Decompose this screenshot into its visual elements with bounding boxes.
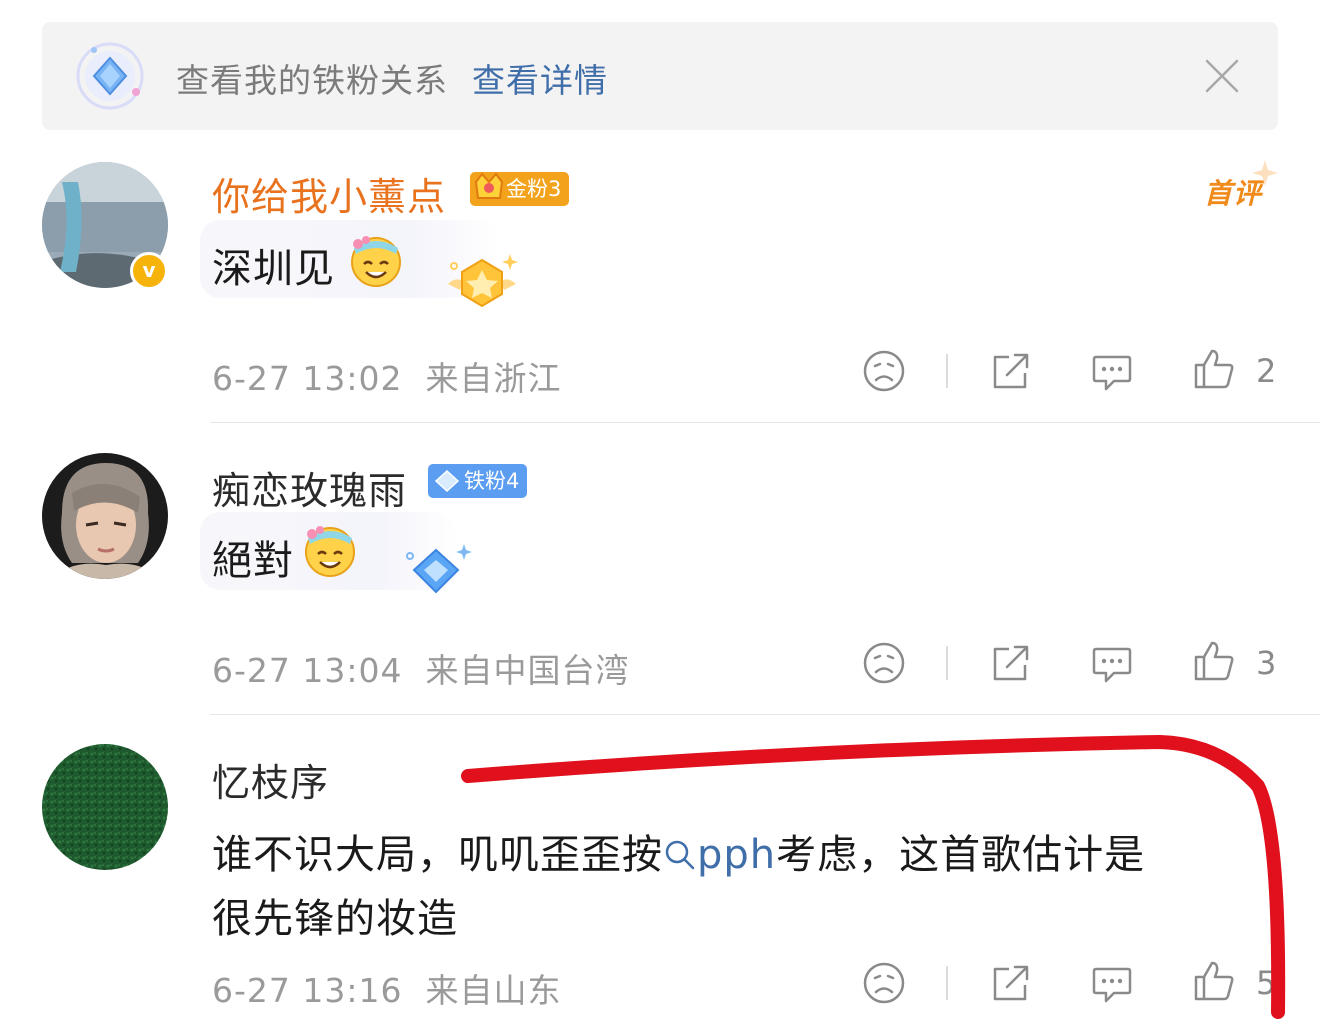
red-annotation-stroke bbox=[461, 735, 1286, 1019]
